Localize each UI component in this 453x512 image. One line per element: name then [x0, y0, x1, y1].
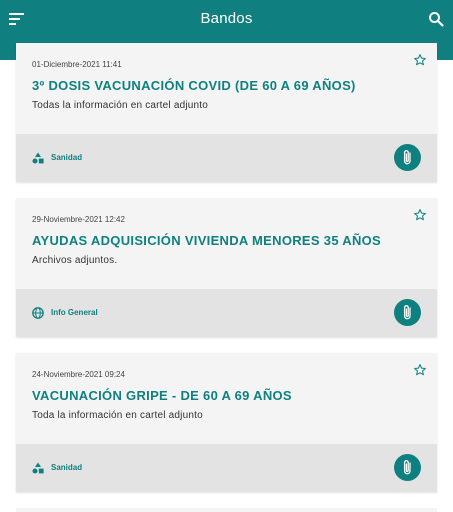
card-body[interactable]: 24-Noviembre-2021 09:24 VACUNACIÓN GRIPE… [16, 353, 437, 444]
globe-icon [32, 307, 44, 319]
item-title[interactable]: VACUNACIÓN GRIPE - DE 60 A 69 AÑOS [32, 388, 292, 403]
card-body[interactable]: 29-Noviembre-2021 12:42 AYUDAS ADQUISICI… [16, 198, 437, 289]
attachment-button[interactable] [394, 144, 421, 171]
item-description: Toda la información en cartel adjunto [32, 410, 203, 421]
attachment-button[interactable] [394, 454, 421, 481]
attachment-button[interactable] [394, 299, 421, 326]
paperclip-icon [403, 150, 411, 165]
category-label: Sanidad [51, 153, 83, 162]
paperclip-icon [403, 460, 411, 475]
star-icon[interactable] [413, 208, 427, 222]
list-item[interactable]: 29-Noviembre-2021 12:42 AYUDAS ADQUISICI… [16, 198, 437, 337]
item-description: Todas la información en cartel adjunto [32, 100, 209, 111]
list-item[interactable]: 24-Noviembre-2021 09:24 VACUNACIÓN GRIPE… [16, 353, 437, 492]
item-date: 01-Diciembre-2021 11:41 [32, 60, 122, 69]
search-icon[interactable] [428, 11, 444, 27]
item-date: 24-Noviembre-2021 09:24 [32, 370, 125, 379]
list-item[interactable]: 01-Diciembre-2021 11:41 3º DOSIS VACUNAC… [16, 43, 437, 182]
page-title: Bandos [200, 10, 253, 27]
category-label: Info General [51, 308, 98, 317]
item-description: Archivos adjuntos. [32, 255, 118, 266]
shapes-icon [32, 152, 44, 164]
card-footer: Sanidad [16, 134, 437, 182]
card-footer: Sanidad [16, 444, 437, 492]
item-title[interactable]: 3º DOSIS VACUNACIÓN COVID (DE 60 A 69 AÑ… [32, 78, 356, 93]
item-date: 29-Noviembre-2021 12:42 [32, 215, 125, 224]
star-icon[interactable] [413, 53, 427, 67]
paperclip-icon [403, 305, 411, 320]
bandos-list: 01-Diciembre-2021 11:41 3º DOSIS VACUNAC… [16, 43, 437, 508]
shapes-icon [32, 462, 44, 474]
list-item[interactable] [16, 508, 437, 512]
item-title[interactable]: AYUDAS ADQUISICIÓN VIVIENDA MENORES 35 A… [32, 233, 381, 248]
card-footer: Info General [16, 289, 437, 337]
category-label: Sanidad [51, 463, 83, 472]
star-icon[interactable] [413, 363, 427, 377]
card-body[interactable]: 01-Diciembre-2021 11:41 3º DOSIS VACUNAC… [16, 43, 437, 134]
